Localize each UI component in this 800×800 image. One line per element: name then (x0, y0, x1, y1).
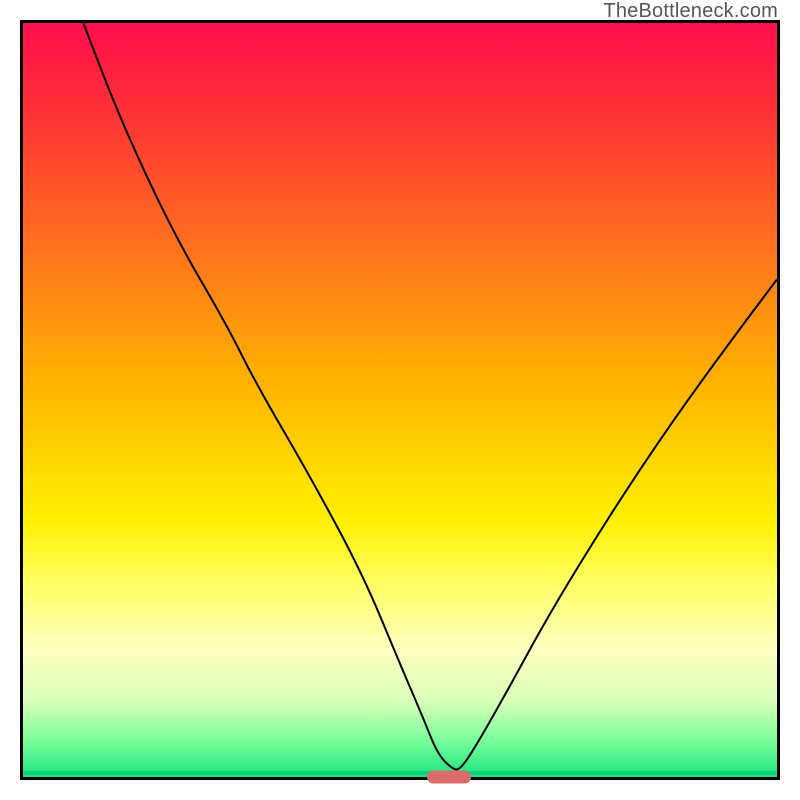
chart-plot-area (20, 20, 780, 780)
minimum-marker (427, 771, 471, 784)
chart-curve-layer (23, 23, 777, 777)
bottleneck-curve (83, 23, 777, 769)
